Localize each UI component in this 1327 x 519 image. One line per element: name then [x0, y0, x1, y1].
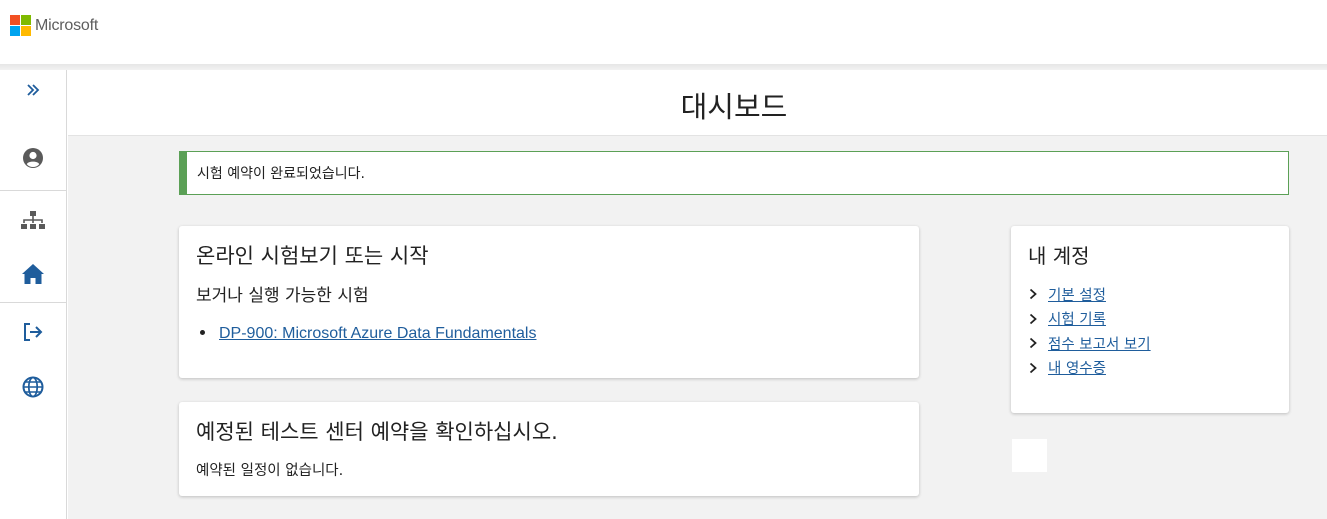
user-circle-icon	[23, 148, 43, 168]
sign-out-icon	[24, 323, 43, 341]
page-header: 대시보드	[68, 70, 1327, 136]
online-exam-subtitle: 보거나 실행 가능한 시험	[196, 286, 369, 306]
main-content: 대시보드 시험 예약이 완료되었습니다. 온라인 시험보기 또는 시작 보거나 …	[68, 70, 1327, 519]
sidebar-item-sitemap[interactable]	[0, 201, 66, 241]
account-link-item: 시험 기록	[1028, 307, 1151, 332]
page-title: 대시보드	[680, 90, 788, 124]
account-title: 내 계정	[1028, 244, 1090, 268]
exam-link[interactable]: DP-900: Microsoft Azure Data Fundamental…	[219, 325, 536, 342]
test-center-empty-message: 예약된 일정이 없습니다.	[196, 463, 344, 479]
exam-list: DP-900: Microsoft Azure Data Fundamental…	[217, 323, 536, 343]
top-bar: Microsoft	[0, 0, 1327, 64]
account-card: 내 계정 기본 설정 시험 기록 점수 보고서 보기 내 영수증	[1011, 226, 1289, 413]
receipts-link[interactable]: 내 영수증	[1048, 357, 1106, 378]
home-icon	[22, 264, 44, 284]
online-exam-card: 온라인 시험보기 또는 시작 보거나 실행 가능한 시험 DP-900: Mic…	[179, 226, 919, 378]
double-chevron-right-icon	[27, 84, 40, 96]
blank-placeholder	[1012, 439, 1047, 472]
test-center-title: 예정된 테스트 센터 예약을 확인하십시오.	[196, 420, 558, 444]
microsoft-logo[interactable]: Microsoft	[10, 15, 98, 36]
sidebar-item-profile[interactable]	[0, 138, 66, 178]
microsoft-logo-icon	[10, 15, 31, 36]
sidebar-divider	[0, 302, 66, 303]
sidebar-expand-button[interactable]	[0, 70, 66, 110]
sidebar-item-home[interactable]	[0, 254, 66, 294]
account-links: 기본 설정 시험 기록 점수 보고서 보기 내 영수증	[1028, 282, 1151, 380]
account-link-item: 내 영수증	[1028, 356, 1151, 381]
sidebar-item-sign-out[interactable]	[0, 312, 66, 352]
sidebar-divider	[0, 190, 66, 191]
globe-icon	[22, 376, 44, 398]
chevron-right-icon	[1028, 337, 1048, 349]
preferences-link[interactable]: 기본 설정	[1048, 284, 1106, 305]
chevron-right-icon	[1028, 288, 1048, 300]
success-alert: 시험 예약이 완료되었습니다.	[179, 151, 1289, 195]
brand-name: Microsoft	[35, 16, 99, 34]
chevron-right-icon	[1028, 362, 1048, 374]
online-exam-title: 온라인 시험보기 또는 시작	[196, 244, 429, 268]
exam-history-link[interactable]: 시험 기록	[1048, 308, 1106, 329]
account-link-item: 기본 설정	[1028, 282, 1151, 307]
account-link-item: 점수 보고서 보기	[1028, 331, 1151, 356]
chevron-right-icon	[1028, 313, 1048, 325]
test-center-card: 예정된 테스트 센터 예약을 확인하십시오. 예약된 일정이 없습니다.	[179, 402, 919, 496]
score-reports-link[interactable]: 점수 보고서 보기	[1048, 333, 1151, 354]
sidebar	[0, 70, 67, 519]
list-item: DP-900: Microsoft Azure Data Fundamental…	[217, 323, 536, 343]
sidebar-item-language[interactable]	[0, 367, 66, 407]
sitemap-icon	[21, 211, 45, 229]
alert-message: 시험 예약이 완료되었습니다.	[197, 166, 365, 182]
